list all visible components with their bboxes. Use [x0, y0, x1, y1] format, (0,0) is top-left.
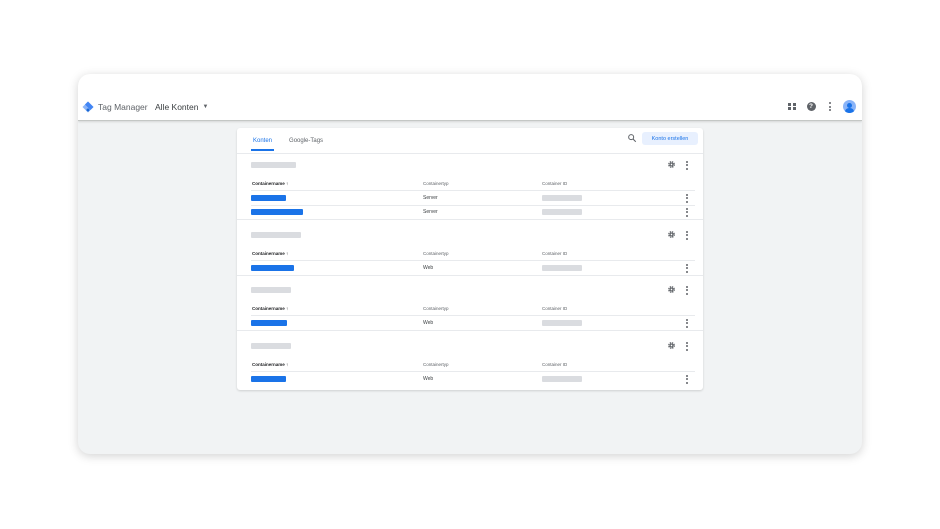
search-icon[interactable]: [627, 133, 637, 143]
account-name-redacted[interactable]: [251, 343, 291, 349]
section-divider: [237, 219, 703, 220]
section-divider: [237, 275, 703, 276]
gear-icon[interactable]: [667, 285, 676, 294]
dropdown-arrow-icon: ▼: [202, 104, 209, 110]
account-more-icon[interactable]: [686, 342, 688, 351]
container-type: Web: [423, 320, 434, 326]
container-name-link[interactable]: [251, 320, 287, 326]
table-row: Server: [237, 205, 703, 219]
tab-konten[interactable]: Konten: [251, 134, 275, 151]
account-name-redacted[interactable]: [251, 232, 301, 238]
column-header-containername[interactable]: Containername ↑: [252, 251, 288, 256]
app-window: Tag Manager Alle Konten ▼ ? Konten Googl…: [78, 74, 862, 454]
column-header-container-id: Container ID: [542, 181, 568, 186]
column-header-containertyp: Containertyp: [423, 181, 449, 186]
account-more-icon[interactable]: [686, 231, 688, 240]
top-bar-actions: ?: [786, 100, 856, 113]
row-more-icon[interactable]: [686, 375, 688, 384]
account-section: Containername ↑ Containertyp Container I…: [237, 279, 703, 329]
top-app-bar: Tag Manager Alle Konten ▼ ?: [78, 74, 862, 121]
table-row: Web: [237, 372, 703, 386]
table-row: Web: [237, 261, 703, 275]
container-type: Server: [423, 195, 438, 201]
container-name-link[interactable]: [251, 209, 303, 215]
column-header-containername[interactable]: Containername ↑: [252, 306, 288, 311]
container-type: Web: [423, 265, 434, 271]
column-header-containername[interactable]: Containername ↑: [252, 181, 288, 186]
accounts-card: Konten Google-Tags Konto erstellen Conta…: [237, 128, 703, 390]
account-section: Containername ↑ Containertyp Container I…: [237, 154, 703, 218]
account-more-icon[interactable]: [686, 286, 688, 295]
container-id-redacted: [542, 320, 582, 326]
create-account-button[interactable]: Konto erstellen: [642, 132, 698, 145]
column-header-container-id: Container ID: [542, 251, 568, 256]
column-header-containertyp: Containertyp: [423, 251, 449, 256]
account-section: Containername ↑ Containertyp Container I…: [237, 335, 703, 385]
row-more-icon[interactable]: [686, 208, 688, 217]
container-id-redacted: [542, 209, 582, 215]
account-section: Containername ↑ Containertyp Container I…: [237, 224, 703, 274]
gear-icon[interactable]: [667, 160, 676, 169]
help-icon[interactable]: ?: [805, 101, 817, 113]
tab-google-tags[interactable]: Google-Tags: [287, 134, 325, 151]
container-id-redacted: [542, 376, 582, 382]
account-more-icon[interactable]: [686, 161, 688, 170]
tag-manager-logo-icon: [82, 101, 94, 113]
account-switcher[interactable]: Alle Konten ▼: [155, 102, 208, 112]
avatar[interactable]: [843, 100, 856, 113]
table-row: Server: [237, 191, 703, 205]
account-switcher-label: Alle Konten: [155, 102, 199, 112]
column-header-containername[interactable]: Containername ↑: [252, 362, 288, 367]
table-row: Web: [237, 316, 703, 330]
container-type: Server: [423, 209, 438, 215]
app-title: Tag Manager: [98, 102, 148, 112]
container-id-redacted: [542, 195, 582, 201]
row-more-icon[interactable]: [686, 264, 688, 273]
apps-grid-icon[interactable]: [786, 101, 798, 113]
gear-icon[interactable]: [667, 341, 676, 350]
column-header-containertyp: Containertyp: [423, 362, 449, 367]
gear-icon[interactable]: [667, 230, 676, 239]
container-name-link[interactable]: [251, 265, 294, 271]
account-name-redacted[interactable]: [251, 287, 291, 293]
column-header-container-id: Container ID: [542, 362, 568, 367]
more-vert-icon[interactable]: [824, 101, 836, 113]
container-name-link[interactable]: [251, 376, 286, 382]
row-more-icon[interactable]: [686, 319, 688, 328]
container-id-redacted: [542, 265, 582, 271]
row-more-icon[interactable]: [686, 194, 688, 203]
section-divider: [237, 330, 703, 331]
column-header-container-id: Container ID: [542, 306, 568, 311]
column-header-containertyp: Containertyp: [423, 306, 449, 311]
container-type: Web: [423, 376, 434, 382]
account-name-redacted[interactable]: [251, 162, 296, 168]
container-name-link[interactable]: [251, 195, 286, 201]
tab-bar: Konten Google-Tags: [251, 134, 325, 151]
